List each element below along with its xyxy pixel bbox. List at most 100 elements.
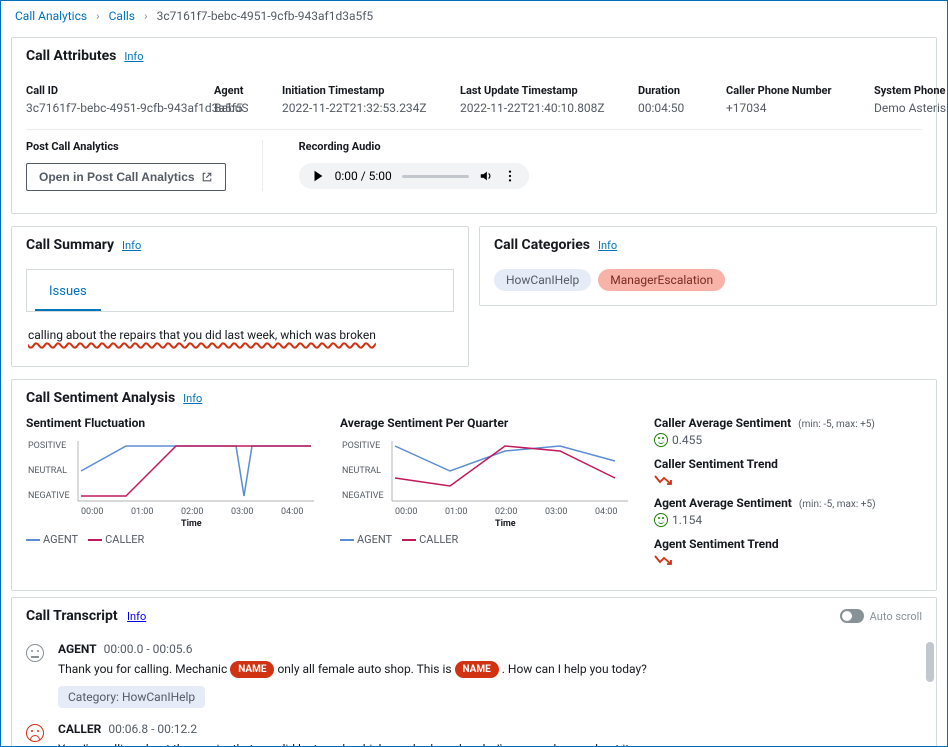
- turn-text: Thank you for calling. Mechanic NAME onl…: [58, 660, 922, 678]
- more-icon[interactable]: [503, 169, 517, 183]
- chevron-right-icon: ›: [144, 9, 148, 23]
- app-frame: Call Analytics › Calls › 3c7161f7-bebc-4…: [0, 0, 948, 747]
- toggle-icon[interactable]: [840, 609, 864, 623]
- category-chip: ManagerEscalation: [598, 269, 725, 291]
- attr-system-number: System Phone Number Demo Asterisk: [874, 84, 948, 117]
- divider: [262, 140, 263, 191]
- metric-caller-avg: Caller Average Sentiment (min: -5, max: …: [654, 416, 922, 447]
- transcript-scroll[interactable]: AGENT 00:00.0 - 00:05.6 Thank you for ca…: [12, 634, 936, 747]
- svg-text:00:00: 00:00: [81, 507, 103, 517]
- audio-player[interactable]: 0:00 / 5:00: [299, 163, 529, 189]
- audio-time: 0:00 / 5:00: [335, 169, 392, 183]
- chart-svg: POSITIVE NEUTRAL NEGATIVE 00:00 01:00 02…: [26, 436, 316, 526]
- post-call-row: Post Call Analytics Open in Post Call An…: [26, 130, 922, 201]
- turn-timestamp: 00:06.8 - 00:12.2: [108, 722, 197, 736]
- section-title: Call Sentiment Analysis: [26, 390, 175, 406]
- section-title: Call Attributes: [26, 48, 116, 64]
- card-header: Call Attributes Info: [12, 38, 936, 74]
- info-link[interactable]: Info: [124, 50, 143, 63]
- smile-icon: [654, 433, 668, 447]
- trend-down-icon: [654, 474, 922, 486]
- attr-agent: Agent BabuS: [214, 84, 274, 117]
- card-header: Call Categories Info: [480, 227, 936, 263]
- tab-issues[interactable]: Issues: [35, 274, 101, 311]
- card-header: Call Sentiment Analysis Info: [12, 380, 936, 416]
- info-link[interactable]: Info: [598, 239, 617, 252]
- pii-pill: NAME: [455, 661, 499, 678]
- svg-text:01:00: 01:00: [445, 507, 467, 517]
- svg-text:NEUTRAL: NEUTRAL: [28, 466, 67, 476]
- speaker-label: CALLER: [58, 722, 101, 736]
- tabs: Issues: [26, 269, 454, 312]
- category-chip: HowCanIHelp: [494, 269, 591, 291]
- breadcrumb-current: 3c7161f7-bebc-4951-9cfb-943af1d3a5f5: [157, 9, 374, 23]
- transcript-card: Call Transcript Info Auto scroll AGENT 0…: [11, 597, 937, 747]
- metric-agent-trend: Agent Sentiment Trend: [654, 537, 922, 566]
- post-call-analytics: Post Call Analytics Open in Post Call An…: [26, 140, 226, 191]
- breadcrumb-link-analytics[interactable]: Call Analytics: [15, 9, 87, 23]
- attr-caller-number: Caller Phone Number +17034: [726, 84, 866, 117]
- svg-text:00:00: 00:00: [395, 507, 417, 517]
- section-title: Call Transcript: [26, 608, 118, 624]
- metric-caller-trend: Caller Sentiment Trend: [654, 457, 922, 486]
- sentiment-content: Sentiment Fluctuation POSITIVE NEUTRAL N…: [12, 416, 936, 590]
- info-link[interactable]: Info: [122, 239, 141, 252]
- svg-text:04:00: 04:00: [595, 507, 617, 517]
- chart-svg: POSITIVE NEUTRAL NEGATIVE 00:00 01:00 02…: [340, 436, 630, 526]
- speaker-label: AGENT: [58, 642, 97, 656]
- svg-text:03:00: 03:00: [231, 507, 253, 517]
- external-link-icon: [201, 171, 213, 183]
- svg-text:Time: Time: [181, 519, 202, 526]
- trend-down-icon: [654, 554, 922, 566]
- card-header: Call Summary Info: [12, 227, 468, 263]
- svg-text:NEGATIVE: NEGATIVE: [342, 491, 384, 501]
- info-link[interactable]: Info: [127, 610, 146, 623]
- svg-text:POSITIVE: POSITIVE: [28, 441, 66, 451]
- smile-icon: [654, 513, 668, 527]
- card-header: Call Transcript Info Auto scroll: [12, 598, 936, 634]
- summary-categories-row: Call Summary Info Issues calling about t…: [11, 220, 937, 373]
- breadcrumb: Call Analytics › Calls › 3c7161f7-bebc-4…: [1, 1, 947, 31]
- recording-audio: Recording Audio 0:00 / 5:00: [299, 140, 529, 191]
- sentiment-face-neutral-icon: [26, 644, 44, 662]
- attr-duration: Duration 00:04:50: [638, 84, 718, 117]
- transcript-turn: CALLER 00:06.8 - 00:12.2 Yes, I'm callin…: [26, 722, 922, 747]
- volume-icon[interactable]: [479, 169, 493, 183]
- section-title: Call Summary: [26, 237, 114, 253]
- info-link[interactable]: Info: [183, 392, 202, 405]
- play-icon[interactable]: [311, 169, 325, 183]
- svg-text:03:00: 03:00: [545, 507, 567, 517]
- breadcrumb-link-calls[interactable]: Calls: [109, 9, 135, 23]
- fluctuation-chart: Sentiment Fluctuation POSITIVE NEUTRAL N…: [26, 416, 316, 576]
- svg-text:NEUTRAL: NEUTRAL: [342, 466, 381, 476]
- svg-text:04:00: 04:00: [281, 507, 303, 517]
- legend: AGENT CALLER: [340, 533, 630, 546]
- attr-call-id: Call ID 3c7161f7-bebc-4951-9cfb-943af1d3…: [26, 84, 206, 117]
- svg-text:02:00: 02:00: [495, 507, 517, 517]
- attr-update-timestamp: Last Update Timestamp 2022-11-22T21:40:1…: [460, 84, 630, 117]
- legend: AGENT CALLER: [26, 533, 316, 546]
- call-categories-card: Call Categories Info HowCanIHelp Manager…: [479, 226, 937, 306]
- quarter-chart: Average Sentiment Per Quarter POSITIVE N…: [340, 416, 630, 576]
- pii-pill: NAME: [230, 661, 274, 678]
- attr-init-timestamp: Initiation Timestamp 2022-11-22T21:32:53…: [282, 84, 452, 117]
- svg-text:01:00: 01:00: [131, 507, 153, 517]
- scrollbar-thumb[interactable]: [926, 642, 934, 682]
- svg-text:POSITIVE: POSITIVE: [342, 441, 380, 451]
- transcript-turn: AGENT 00:00.0 - 00:05.6 Thank you for ca…: [26, 642, 922, 708]
- chevron-right-icon: ›: [96, 9, 100, 23]
- category-chip: Category: HowCanIHelp: [58, 686, 205, 708]
- svg-text:02:00: 02:00: [181, 507, 203, 517]
- call-attributes-card: Call Attributes Info Call ID 3c7161f7-be…: [11, 37, 937, 214]
- turn-timestamp: 00:00.0 - 00:05.6: [104, 642, 193, 656]
- autoscroll-toggle[interactable]: Auto scroll: [840, 609, 922, 623]
- svg-text:NEGATIVE: NEGATIVE: [28, 491, 70, 501]
- sentiment-metrics: Caller Average Sentiment (min: -5, max: …: [654, 416, 922, 576]
- audio-track[interactable]: [402, 175, 469, 178]
- sentiment-card: Call Sentiment Analysis Info Sentiment F…: [11, 379, 937, 591]
- call-summary-card: Call Summary Info Issues calling about t…: [11, 226, 469, 367]
- open-post-call-button[interactable]: Open in Post Call Analytics: [26, 163, 226, 191]
- turn-text: Yes, I'm calling about the repairs that …: [58, 740, 922, 747]
- issue-summary-text: calling about the repairs that you did l…: [26, 318, 454, 352]
- metric-agent-avg: Agent Average Sentiment (min: -5, max: +…: [654, 496, 922, 527]
